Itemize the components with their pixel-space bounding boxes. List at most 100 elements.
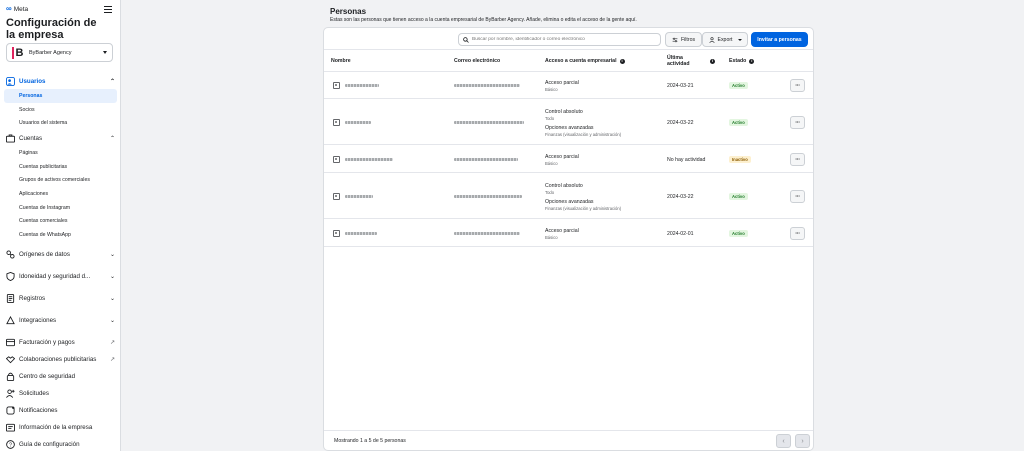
sidebar-item-grupos-activos[interactable]: Grupos de activos comerciales [0, 173, 121, 187]
table-row[interactable]: Acceso parcial Básico 2024-02-01 Activo ·… [324, 220, 813, 247]
table-row[interactable]: Acceso parcial Básico 2024-03-21 Activo ·… [324, 72, 813, 99]
person-icon [333, 230, 340, 237]
info-icon[interactable]: i [749, 58, 755, 64]
row-name [333, 72, 379, 99]
table-row[interactable]: Control absoluto Todo Opciones avanzadas F… [324, 100, 813, 145]
sidebar-item-paginas[interactable]: Páginas [0, 146, 121, 160]
account-logo: B [12, 46, 24, 59]
table-header: Nombre Correo electrónico Acceso a cuent… [324, 50, 813, 72]
sidebar-item-personas[interactable]: Personas [4, 89, 117, 103]
chevron-down-icon: ⌄ [109, 252, 115, 259]
page-subtitle: Estas son las personas que tienen acceso… [330, 17, 637, 23]
pagination-count: Mostrando 1 a 5 de 5 personas [334, 438, 406, 444]
row-status: Activo [729, 72, 748, 99]
sidebar-section-accounts[interactable]: Cuentas ⌃ [0, 130, 121, 146]
more-options-button[interactable]: ··· [790, 190, 805, 203]
column-name[interactable]: Nombre [331, 50, 351, 72]
sidebar-item-instagram[interactable]: Cuentas de Instagram [0, 201, 121, 215]
meta-logo[interactable]: ∞ Meta [6, 5, 28, 13]
sidebar-link-requests[interactable]: Solicitudes [0, 385, 121, 402]
redacted-email [454, 195, 522, 198]
sidebar-item-socios[interactable]: Socios [0, 103, 121, 117]
sidebar-item-cuentas-comerciales[interactable]: Cuentas comerciales [0, 215, 121, 229]
sidebar-section-brand-safety[interactable]: Idoneidad y seguridad d... ⌄ [0, 266, 121, 288]
status-badge: Activo [729, 230, 748, 237]
person-icon [333, 119, 340, 126]
redacted-name [345, 158, 393, 161]
sidebar-section-data-sources[interactable]: Orígenes de datos ⌄ [0, 244, 121, 266]
sidebar-link-setup-guide[interactable]: ? Guía de configuración [0, 436, 121, 451]
row-access: Acceso parcial Básico [545, 227, 579, 240]
filter-icon [672, 37, 678, 42]
sidebar-link-security-center[interactable]: Centro de seguridad [0, 368, 121, 385]
row-email [454, 146, 518, 173]
chevron-right-icon: › [801, 437, 804, 445]
invite-people-button[interactable]: Invitar a personas [751, 32, 808, 47]
row-access: Control absoluto Todo Opciones avanzadas F… [545, 182, 622, 211]
sidebar-link-collabs[interactable]: Colaboraciones publicitarias ↗ [0, 351, 121, 368]
billing-icon [6, 338, 15, 347]
menu-icon[interactable] [104, 6, 112, 13]
more-icon: ··· [795, 156, 800, 163]
more-options-button[interactable]: ··· [790, 79, 805, 92]
more-icon: ··· [795, 193, 800, 200]
row-last-activity: No hay actividad [667, 156, 706, 163]
filter-button[interactable]: Filtros [665, 32, 702, 47]
row-name [333, 220, 377, 247]
status-badge: Inactivo [729, 156, 751, 163]
row-last-activity: 2024-03-22 [667, 119, 694, 126]
row-access: Control absoluto Todo Opciones avanzadas F… [545, 108, 622, 137]
sidebar-section-integraciones[interactable]: Integraciones ⌄ [0, 310, 121, 332]
row-email [454, 174, 522, 219]
info-icon[interactable]: i [619, 58, 625, 64]
more-options-button[interactable]: ··· [790, 153, 805, 166]
status-badge: Activo [729, 82, 748, 89]
redacted-email [454, 232, 520, 235]
document-icon [6, 294, 15, 304]
sidebar-item-aplicaciones[interactable]: Aplicaciones [0, 187, 121, 201]
sidebar-section-users[interactable]: Usuarios ⌃ [0, 73, 121, 89]
info-icon[interactable]: i [710, 58, 715, 64]
column-email[interactable]: Correo electrónico [454, 50, 500, 72]
building-icon [6, 423, 15, 432]
account-name: ByBarber Agency [29, 49, 72, 56]
person-icon [708, 36, 715, 43]
column-access[interactable]: Acceso a cuenta empresarial i [545, 50, 625, 72]
column-last-activity[interactable]: Última actividad i [667, 50, 721, 72]
more-options-button[interactable]: ··· [790, 116, 805, 129]
table-footer: Mostrando 1 a 5 de 5 personas ‹ › [324, 430, 813, 450]
row-email [454, 220, 520, 247]
chevron-left-icon: ‹ [782, 437, 785, 445]
sidebar-section-registros[interactable]: Registros ⌄ [0, 288, 121, 310]
sidebar-link-billing[interactable]: Facturación y pagos ↗ [0, 334, 121, 351]
table-row[interactable]: Acceso parcial Básico No hay actividad In… [324, 146, 813, 173]
next-page-button[interactable]: › [795, 434, 810, 448]
person-add-icon [6, 389, 15, 398]
shield-icon [6, 272, 15, 282]
bell-icon [6, 406, 15, 415]
redacted-name [345, 121, 371, 124]
chevron-down-icon: ⌄ [109, 318, 115, 325]
redacted-name [345, 232, 377, 235]
meta-infinity-icon: ∞ [6, 4, 12, 13]
integrations-icon [6, 316, 15, 325]
prev-page-button[interactable]: ‹ [776, 434, 791, 448]
briefcase-icon [6, 134, 15, 143]
sidebar-item-cuentas-publicitarias[interactable]: Cuentas publicitarias [0, 160, 121, 174]
sidebar-item-usuarios-sistema[interactable]: Usuarios del sistema [0, 116, 121, 130]
export-button[interactable]: Export [702, 32, 748, 47]
account-selector[interactable]: B ByBarber Agency [6, 43, 113, 62]
sidebar-link-company-info[interactable]: Información de la empresa [0, 419, 121, 436]
sidebar-title: Configuración de la empresa [6, 17, 97, 41]
search-input[interactable] [472, 37, 652, 42]
sidebar-item-whatsapp[interactable]: Cuentas de WhatsApp [0, 228, 121, 242]
sidebar-link-notifications[interactable]: Notificaciones [0, 402, 121, 419]
table-row[interactable]: Control absoluto Todo Opciones avanzadas F… [324, 174, 813, 219]
more-options-button[interactable]: ··· [790, 227, 805, 240]
search-box[interactable] [458, 33, 661, 46]
users-icon [6, 76, 15, 86]
redacted-name [345, 84, 379, 87]
external-link-icon: ↗ [109, 339, 115, 346]
handshake-icon [6, 355, 15, 364]
column-status[interactable]: Estado i [729, 50, 755, 72]
